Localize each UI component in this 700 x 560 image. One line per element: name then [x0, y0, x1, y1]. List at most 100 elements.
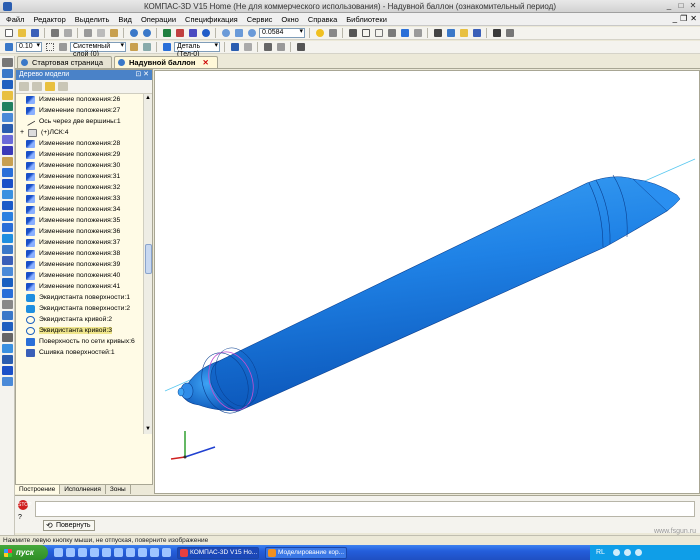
mass-icon[interactable]: [295, 42, 306, 53]
ortho-icon[interactable]: [57, 42, 68, 53]
zoom-in-icon[interactable]: [220, 28, 231, 39]
minimize-button[interactable]: _: [664, 1, 674, 11]
quicklaunch-icon[interactable]: [138, 548, 147, 557]
panel-loft-icon[interactable]: [2, 212, 13, 221]
tree-item-selected[interactable]: Эквидистанта кривой:3: [16, 325, 143, 336]
panel-extend-icon[interactable]: [2, 289, 13, 298]
tree-item[interactable]: Ось через две вершины:1: [16, 116, 143, 127]
panel-patch-icon[interactable]: [2, 234, 13, 243]
line-width-combo[interactable]: 0.10: [16, 42, 42, 52]
tree-order-icon[interactable]: [19, 82, 29, 91]
quicklaunch-icon[interactable]: [102, 548, 111, 557]
menu-window[interactable]: Окно: [281, 15, 298, 24]
panel-editing-icon[interactable]: [2, 58, 13, 67]
menu-operations[interactable]: Операции: [141, 15, 176, 24]
tree-item[interactable]: Изменение положения:41: [16, 281, 143, 292]
panel-sheet-icon[interactable]: [2, 168, 13, 177]
quicklaunch-icon[interactable]: [114, 548, 123, 557]
open-folder-icon[interactable]: [16, 28, 27, 39]
menu-select[interactable]: Выделить: [75, 15, 110, 24]
rotate-button[interactable]: Повернуть: [43, 520, 95, 531]
tree-item[interactable]: Изменение положения:36: [16, 226, 143, 237]
check-icon[interactable]: [491, 28, 502, 39]
layer-combo[interactable]: Системный слой (0): [70, 42, 126, 58]
tree-item[interactable]: Сшивка поверхностей:1: [16, 347, 143, 358]
tree-item[interactable]: Изменение положения:39: [16, 259, 143, 270]
save-icon[interactable]: [29, 28, 40, 39]
variables-icon[interactable]: [187, 28, 198, 39]
scroll-thumb[interactable]: [145, 244, 152, 274]
detail-icon[interactable]: [161, 42, 172, 53]
tree-item[interactable]: Изменение положения:38: [16, 248, 143, 259]
scroll-down-icon[interactable]: ▼: [144, 425, 152, 434]
panel-stitch-icon[interactable]: [2, 256, 13, 265]
tree-display-icon[interactable]: [45, 82, 55, 91]
colors-icon[interactable]: [229, 42, 240, 53]
tab-model[interactable]: Надувной баллон ✕: [114, 56, 218, 68]
tab-close-icon[interactable]: ✕: [202, 58, 208, 67]
panel-ruled-icon[interactable]: [2, 366, 13, 375]
tree-scrollbar[interactable]: ▲ ▼: [143, 94, 152, 434]
tree-item[interactable]: Эквидистанта поверхности:1: [16, 292, 143, 303]
copy-icon[interactable]: [95, 28, 106, 39]
tab-zones[interactable]: Зоны: [106, 485, 131, 494]
preview-icon[interactable]: [62, 28, 73, 39]
panel-extrude-icon[interactable]: [2, 190, 13, 199]
zoom-combo[interactable]: 0.0584: [259, 28, 305, 38]
tab-construction[interactable]: Построение: [15, 485, 61, 494]
panel-mesh-icon[interactable]: [2, 245, 13, 254]
tree-item[interactable]: Изменение положения:35: [16, 215, 143, 226]
panel-offset-icon[interactable]: [2, 278, 13, 287]
menu-specification[interactable]: Спецификация: [185, 15, 238, 24]
quicklaunch-icon[interactable]: [150, 548, 159, 557]
panel-join-icon[interactable]: [2, 355, 13, 364]
shaded-edges-icon[interactable]: [399, 28, 410, 39]
manager-icon[interactable]: [161, 28, 172, 39]
panel-dimensions-icon[interactable]: [2, 113, 13, 122]
grid-icon[interactable]: [44, 42, 55, 53]
hidden-lines-icon[interactable]: [373, 28, 384, 39]
tree-item[interactable]: Изменение положения:26: [16, 94, 143, 105]
zoom-window-icon[interactable]: [233, 28, 244, 39]
layer-manager-icon[interactable]: [128, 42, 139, 53]
panel-planar-icon[interactable]: [2, 377, 13, 386]
print-icon[interactable]: [49, 28, 60, 39]
close-button[interactable]: ✕: [688, 1, 698, 11]
quicklaunch-icon[interactable]: [66, 548, 75, 557]
quicklaunch-icon[interactable]: [90, 548, 99, 557]
cut-icon[interactable]: [82, 28, 93, 39]
doc-close-button[interactable]: ✕: [690, 14, 697, 23]
quicklaunch-icon[interactable]: [162, 548, 171, 557]
panel-geometry-icon[interactable]: [2, 69, 13, 78]
tray-icon[interactable]: [634, 549, 642, 556]
tree-item[interactable]: + (+)ЛСК:4: [16, 127, 143, 138]
tree-item[interactable]: Эквидистанта поверхности:2: [16, 303, 143, 314]
hide-icon[interactable]: [242, 42, 253, 53]
panel-diagnostics-icon[interactable]: [2, 135, 13, 144]
redo-icon[interactable]: [141, 28, 152, 39]
panel-thicken-icon[interactable]: [2, 322, 13, 331]
step-icon[interactable]: [3, 42, 14, 53]
color-icon[interactable]: [458, 28, 469, 39]
library-icon[interactable]: [174, 28, 185, 39]
menu-service[interactable]: Сервис: [247, 15, 273, 24]
panel-spec-icon[interactable]: [2, 146, 13, 155]
panel-split-icon[interactable]: [2, 300, 13, 309]
layer-props-icon[interactable]: [141, 42, 152, 53]
expand-icon[interactable]: +: [20, 129, 26, 136]
start-button[interactable]: пуск: [0, 545, 48, 560]
panel-curves-icon[interactable]: [2, 179, 13, 188]
doc-minimize-button[interactable]: _: [673, 14, 677, 23]
panel-rotate-icon[interactable]: [2, 201, 13, 210]
tab-start-page[interactable]: Стартовая страница: [17, 56, 113, 68]
taskbar-browser[interactable]: Моделирование кор...: [265, 546, 347, 559]
stop-command-icon[interactable]: STOP: [18, 500, 32, 510]
rotate-view-icon[interactable]: [314, 28, 325, 39]
tree-item[interactable]: Изменение положения:29: [16, 149, 143, 160]
pan-icon[interactable]: [327, 28, 338, 39]
options-icon[interactable]: [504, 28, 515, 39]
model-viewport[interactable]: [154, 70, 700, 494]
tree-item[interactable]: Эквидистанта кривой:2: [16, 314, 143, 325]
tree-pin-close-icon[interactable]: ⊡ ✕: [135, 70, 149, 80]
tree-item[interactable]: Изменение положения:30: [16, 160, 143, 171]
